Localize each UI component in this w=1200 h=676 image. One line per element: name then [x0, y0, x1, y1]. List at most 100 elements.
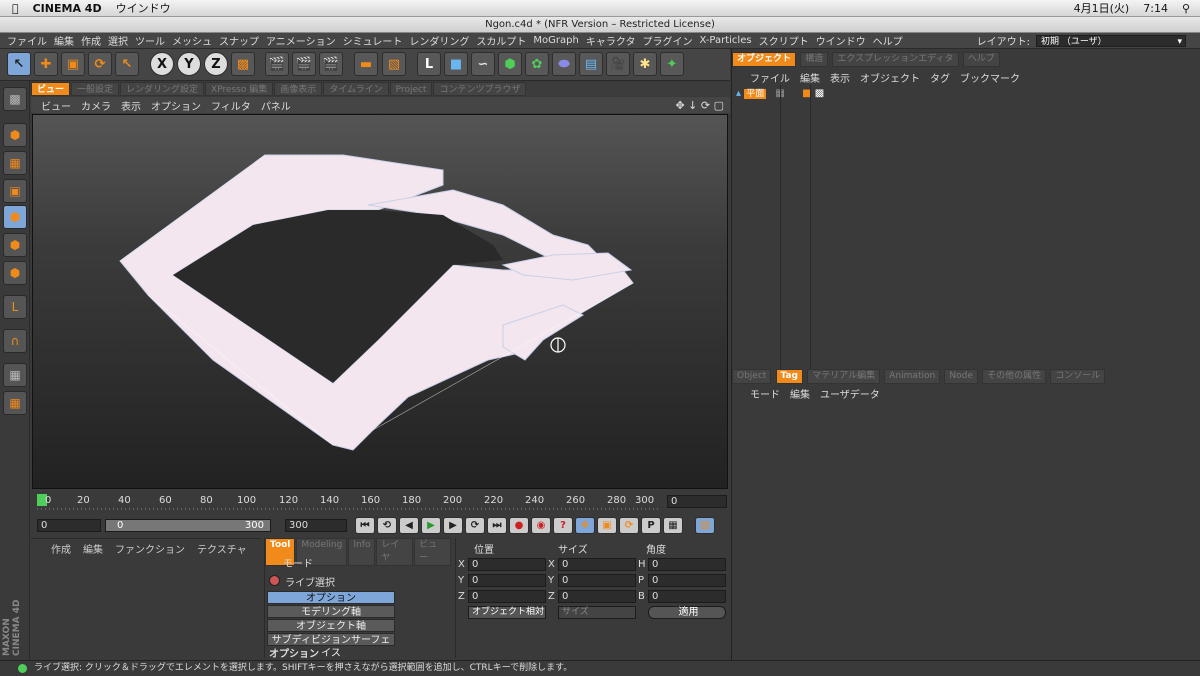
apple-icon[interactable]: : [12, 2, 19, 15]
goto-end-icon[interactable]: ⏭: [487, 517, 507, 534]
tab-viewport[interactable]: ビュー: [31, 82, 71, 96]
array-icon[interactable]: ✿: [525, 52, 549, 76]
checker-tag-icon[interactable]: ▩: [815, 88, 824, 99]
workplane-mode-icon[interactable]: ▣: [3, 179, 27, 203]
planar-workplane-icon[interactable]: ▦: [3, 391, 27, 415]
tab-console[interactable]: コンソール: [1050, 369, 1106, 384]
prev-key-icon[interactable]: ⟲: [377, 517, 397, 534]
tab-content-browser[interactable]: コンテンツブラウザ: [433, 82, 527, 96]
tab-objects[interactable]: オブジェクト: [732, 52, 797, 67]
obj-menu-file[interactable]: ファイル: [750, 70, 790, 85]
attr-menu-userdata[interactable]: ユーザデータ: [820, 386, 880, 401]
menu-character[interactable]: キャラクタ: [586, 33, 636, 48]
mat-menu-edit[interactable]: 編集: [83, 541, 103, 556]
move-tool-icon[interactable]: ✚: [34, 52, 58, 76]
size-y-field[interactable]: 0: [558, 574, 636, 587]
live-select-tool-icon[interactable]: ↖: [7, 52, 31, 76]
scale-tool-icon[interactable]: ▣: [61, 52, 85, 76]
edit-render-settings-icon[interactable]: ▬: [354, 52, 378, 76]
goto-start-icon[interactable]: ⏮: [355, 517, 375, 534]
polygons-mode-icon[interactable]: ⬢: [3, 261, 27, 285]
layout-select[interactable]: 初期 （ユーザ） ▾: [1036, 34, 1186, 47]
tab-project[interactable]: Project: [389, 82, 433, 96]
tab-material-editor[interactable]: マテリアル編集: [807, 369, 881, 384]
xparticles-icon[interactable]: ✦: [660, 52, 684, 76]
tab-timeline[interactable]: タイムライン: [323, 82, 389, 96]
pos-z-field[interactable]: 0: [468, 590, 546, 603]
coord-mode-select[interactable]: オブジェクト相対: [468, 606, 546, 619]
mat-menu-function[interactable]: ファンクション: [115, 541, 185, 556]
tab-help[interactable]: ヘルプ: [962, 52, 1000, 67]
vp-menu-display[interactable]: 表示: [121, 98, 141, 113]
options-button[interactable]: オプション: [267, 591, 395, 604]
autokey-icon[interactable]: ◉: [531, 517, 551, 534]
obj-menu-view[interactable]: 表示: [830, 70, 850, 85]
vp-menu-panel[interactable]: パネル: [261, 98, 291, 113]
pos-x-field[interactable]: 0: [468, 558, 546, 571]
light-icon[interactable]: ✱: [633, 52, 657, 76]
camera-icon[interactable]: 🎥: [606, 52, 630, 76]
menu-window[interactable]: ウインドウ: [816, 33, 866, 48]
tool-mode-label[interactable]: モード: [283, 555, 313, 570]
rot-h-field[interactable]: 0: [648, 558, 726, 571]
menu-simulate[interactable]: シミュレート: [343, 33, 403, 48]
point-level-key-icon[interactable]: ▦: [663, 517, 683, 534]
menu-mesh[interactable]: メッシュ: [172, 33, 212, 48]
tab-structure[interactable]: 構造: [800, 52, 829, 67]
points-mode-icon[interactable]: ⬢: [3, 205, 27, 229]
menu-animation[interactable]: アニメーション: [266, 33, 336, 48]
search-icon[interactable]: ⚲: [1182, 2, 1190, 15]
app-menu[interactable]: CINEMA 4D: [33, 2, 102, 15]
keyframe-selection-icon[interactable]: ?: [553, 517, 573, 534]
tab-object[interactable]: Object: [732, 369, 772, 384]
spline-pen-icon[interactable]: ∽: [471, 52, 495, 76]
vp-menu-options[interactable]: オプション: [151, 98, 201, 113]
scale-key-icon[interactable]: ▣: [597, 517, 617, 534]
coord-size-mode-select[interactable]: サイズ: [558, 606, 636, 619]
tab-info[interactable]: Info: [348, 538, 376, 566]
object-name[interactable]: 平面: [744, 89, 767, 99]
tab-xpresso[interactable]: XPresso 編集: [205, 82, 274, 96]
window-menu[interactable]: ウインドウ: [116, 0, 171, 16]
rot-p-field[interactable]: 0: [648, 574, 726, 587]
next-key-icon[interactable]: ⟳: [465, 517, 485, 534]
x-axis-button[interactable]: X: [150, 52, 174, 76]
prev-frame-icon[interactable]: ◀: [399, 517, 419, 534]
edges-mode-icon[interactable]: ⬢: [3, 233, 27, 257]
rotate-tool-icon[interactable]: ⟳: [88, 52, 112, 76]
vp-menu-camera[interactable]: カメラ: [81, 98, 111, 113]
menu-help[interactable]: ヘルプ: [873, 33, 903, 48]
tab-render-settings[interactable]: レンダリング設定: [120, 82, 205, 96]
make-editable-icon[interactable]: ▩: [3, 87, 27, 111]
menu-render[interactable]: レンダリング: [409, 33, 469, 48]
tab-node[interactable]: Node: [944, 369, 978, 384]
tab-tag[interactable]: Tag: [775, 369, 803, 384]
model-mode-icon[interactable]: ⬢: [3, 123, 27, 147]
rotation-key-icon[interactable]: ⟳: [619, 517, 639, 534]
menu-tools[interactable]: ツール: [135, 33, 165, 48]
deformer-icon[interactable]: ⬬: [552, 52, 576, 76]
tab-picture-viewer[interactable]: 画像表示: [274, 82, 323, 96]
obj-menu-bookmarks[interactable]: ブックマーク: [960, 70, 1020, 85]
obj-menu-objects[interactable]: オブジェクト: [860, 70, 920, 85]
floor-icon[interactable]: ▤: [579, 52, 603, 76]
menu-create[interactable]: 作成: [81, 33, 101, 48]
object-row-plane[interactable]: ▴ 平面 ▦ ■ ▩: [736, 86, 1199, 100]
menu-snap[interactable]: スナップ: [219, 33, 259, 48]
menu-select[interactable]: 選択: [108, 33, 128, 48]
menu-xparticles[interactable]: X-Particles: [699, 35, 751, 46]
axis-mode-icon[interactable]: L: [3, 295, 27, 319]
attr-menu-mode[interactable]: モード: [750, 386, 780, 401]
timeline-scale[interactable]: 0 20 40 60 80 100 120 140 160 180 200 22…: [31, 490, 730, 516]
workplane-lock-icon[interactable]: ▦: [3, 363, 27, 387]
play-icon[interactable]: ▶: [421, 517, 441, 534]
rot-b-field[interactable]: 0: [648, 590, 726, 603]
tab-view[interactable]: ビュー: [414, 538, 451, 566]
timeline-ruler[interactable]: 0 20 40 60 80 100 120 140 160 180 200 22…: [31, 490, 730, 516]
current-frame-field[interactable]: 0: [667, 495, 727, 508]
menu-script[interactable]: スクリプト: [759, 33, 809, 48]
tab-other-attributes[interactable]: その他の属性: [982, 369, 1047, 384]
menu-sculpt[interactable]: スカルプト: [476, 33, 526, 48]
coordinate-system-icon[interactable]: ▩: [231, 52, 255, 76]
menu-file[interactable]: ファイル: [7, 33, 47, 48]
